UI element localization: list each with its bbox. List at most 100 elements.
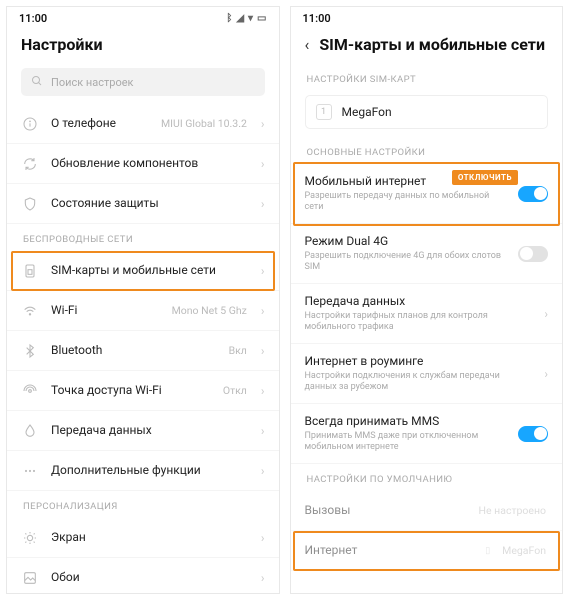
sim-icon — [21, 262, 39, 280]
chevron-right-icon: › — [544, 367, 548, 381]
row-label: Дополнительные функции — [51, 463, 249, 479]
row-bluetooth[interactable]: Bluetooth Вкл › — [7, 331, 279, 371]
row-label: Вызовы — [305, 503, 467, 519]
bluetooth-icon — [21, 342, 39, 360]
refresh-icon — [21, 155, 39, 173]
chevron-right-icon: › — [261, 571, 265, 585]
row-value: Откл — [223, 384, 247, 397]
mobile-data-toggle[interactable] — [518, 186, 548, 202]
row-default-calls[interactable]: Вызовы Не настроено — [291, 491, 563, 531]
row-data-transfer[interactable]: Передача данных Настройки тарифных плано… — [291, 284, 563, 344]
row-label: Передача данных — [51, 423, 249, 439]
shield-icon — [21, 195, 39, 213]
chevron-right-icon: › — [261, 304, 265, 318]
row-wallpaper[interactable]: Обои › — [7, 558, 279, 593]
row-sublabel: Принимать MMS даже при отключенном мобил… — [305, 431, 507, 454]
search-input[interactable]: Поиск настроек — [21, 68, 265, 96]
row-value: MIUI Global 10.3.2 — [161, 117, 247, 130]
row-always-mms[interactable]: Всегда принимать MMS Принимать MMS даже … — [291, 404, 563, 464]
row-label: Точка доступа Wi-Fi — [51, 383, 211, 399]
row-more-features[interactable]: Дополнительные функции › — [7, 451, 279, 491]
section-personalization: ПЕРСОНАЛИЗАЦИЯ — [7, 491, 279, 518]
chevron-right-icon: › — [261, 384, 265, 398]
row-value: MegaFon — [502, 544, 546, 557]
sim-settings-list: НАСТРОЙКИ SIM-КАРТ 1 MegaFon ОСНОВНЫЕ НА… — [291, 64, 563, 593]
row-label: Всегда принимать MMS — [305, 414, 507, 430]
row-mobile-data[interactable]: Мобильный интернет Разрешить передачу да… — [291, 164, 563, 224]
settings-list: О телефоне MIUI Global 10.3.2 › Обновлен… — [7, 104, 279, 593]
bluetooth-icon: ᛒ — [226, 13, 232, 24]
chevron-right-icon: › — [261, 157, 265, 171]
display-icon — [21, 529, 39, 547]
sim-card-button[interactable]: 1 MegaFon — [305, 95, 549, 129]
statusbar-time: 11:00 — [19, 12, 47, 25]
chevron-right-icon: › — [261, 264, 265, 278]
row-about-phone[interactable]: О телефоне MIUI Global 10.3.2 › — [7, 104, 279, 144]
statusbar-icons: ᛒ ◢ ▾ ▭ — [226, 13, 266, 24]
row-sublabel: Разрешить подключение 4G для обоих слото… — [305, 251, 507, 274]
sim-settings-screen-right: 11:00 ‹ SIM-карты и мобильные сети НАСТР… — [290, 6, 564, 594]
row-label: О телефоне — [51, 116, 149, 132]
chevron-right-icon: › — [544, 307, 548, 321]
battery-icon: ▭ — [257, 13, 266, 24]
chevron-right-icon: › — [261, 344, 265, 358]
row-wifi[interactable]: Wi-Fi Mono Net 5 Ghz › — [7, 291, 279, 331]
section-main-settings: ОСНОВНЫЕ НАСТРОЙКИ — [291, 137, 563, 164]
row-security-state[interactable]: Состояние защиты › — [7, 184, 279, 224]
mms-toggle[interactable] — [518, 426, 548, 442]
wallpaper-icon — [21, 569, 39, 587]
row-roaming[interactable]: Интернет в роуминге Настройки подключени… — [291, 344, 563, 404]
page-header: Настройки — [7, 29, 279, 64]
row-label: Интернет — [305, 543, 474, 559]
row-default-internet[interactable]: Интернет ▯ MegaFon — [291, 531, 563, 571]
row-label: Wi-Fi — [51, 303, 160, 319]
row-label: SIM-карты и мобильные сети — [51, 263, 249, 279]
disable-badge: ОТКЛЮЧИТЬ — [452, 170, 518, 185]
row-display[interactable]: Экран › — [7, 518, 279, 558]
row-value: Не настроено — [479, 504, 546, 517]
statusbar: 11:00 — [291, 7, 563, 29]
row-hotspot[interactable]: Точка доступа Wi-Fi Откл › — [7, 371, 279, 411]
row-label: Bluetooth — [51, 343, 217, 359]
row-sublabel: Настройки подключения к службам передачи… — [305, 371, 533, 394]
search-placeholder: Поиск настроек — [51, 76, 134, 89]
wifi-icon: ▾ — [248, 13, 253, 24]
statusbar-time: 11:00 — [303, 12, 331, 25]
row-value: Mono Net 5 Ghz — [172, 304, 247, 317]
row-dual-4g[interactable]: Режим Dual 4G Разрешить подключение 4G д… — [291, 224, 563, 284]
row-update-components[interactable]: Обновление компонентов › — [7, 144, 279, 184]
sim-small-icon: ▯ — [485, 546, 490, 556]
settings-screen-left: 11:00 ᛒ ◢ ▾ ▭ Настройки Поиск настроек О… — [6, 6, 280, 594]
row-label: Обновление компонентов — [51, 156, 249, 172]
row-data-usage[interactable]: Передача данных › — [7, 411, 279, 451]
more-icon — [21, 462, 39, 480]
page-header: ‹ SIM-карты и мобильные сети — [291, 29, 563, 64]
section-defaults: НАСТРОЙКИ ПО УМОЛЧАНИЮ — [291, 464, 563, 491]
section-sim-settings: НАСТРОЙКИ SIM-КАРТ — [291, 64, 563, 91]
dual-4g-toggle[interactable] — [518, 246, 548, 262]
row-sim-cards[interactable]: SIM-карты и мобильные сети › — [7, 251, 279, 291]
info-icon — [21, 115, 39, 133]
row-sublabel: Настройки тарифных планов для контроля м… — [305, 311, 533, 334]
row-label: Интернет в роуминге — [305, 354, 533, 370]
section-wireless: БЕСПРОВОДНЫЕ СЕТИ — [7, 224, 279, 251]
signal-icon: ◢ — [236, 13, 244, 24]
row-label: Режим Dual 4G — [305, 234, 507, 250]
row-label: Экран — [51, 530, 249, 546]
droplet-icon — [21, 422, 39, 440]
sim-number: 1 — [316, 104, 332, 120]
back-icon[interactable]: ‹ — [305, 35, 310, 54]
search-icon — [31, 75, 43, 90]
chevron-right-icon: › — [261, 464, 265, 478]
hotspot-icon — [21, 382, 39, 400]
wifi-icon — [21, 302, 39, 320]
row-label: Обои — [51, 570, 249, 586]
statusbar: 11:00 ᛒ ◢ ▾ ▭ — [7, 7, 279, 29]
row-value: Вкл — [229, 344, 247, 357]
row-label: Состояние защиты — [51, 196, 249, 212]
sim-carrier: MegaFon — [342, 105, 392, 119]
chevron-right-icon: › — [261, 117, 265, 131]
chevron-right-icon: › — [261, 197, 265, 211]
page-title: Настройки — [21, 35, 103, 54]
page-title: SIM-карты и мобильные сети — [319, 35, 545, 54]
